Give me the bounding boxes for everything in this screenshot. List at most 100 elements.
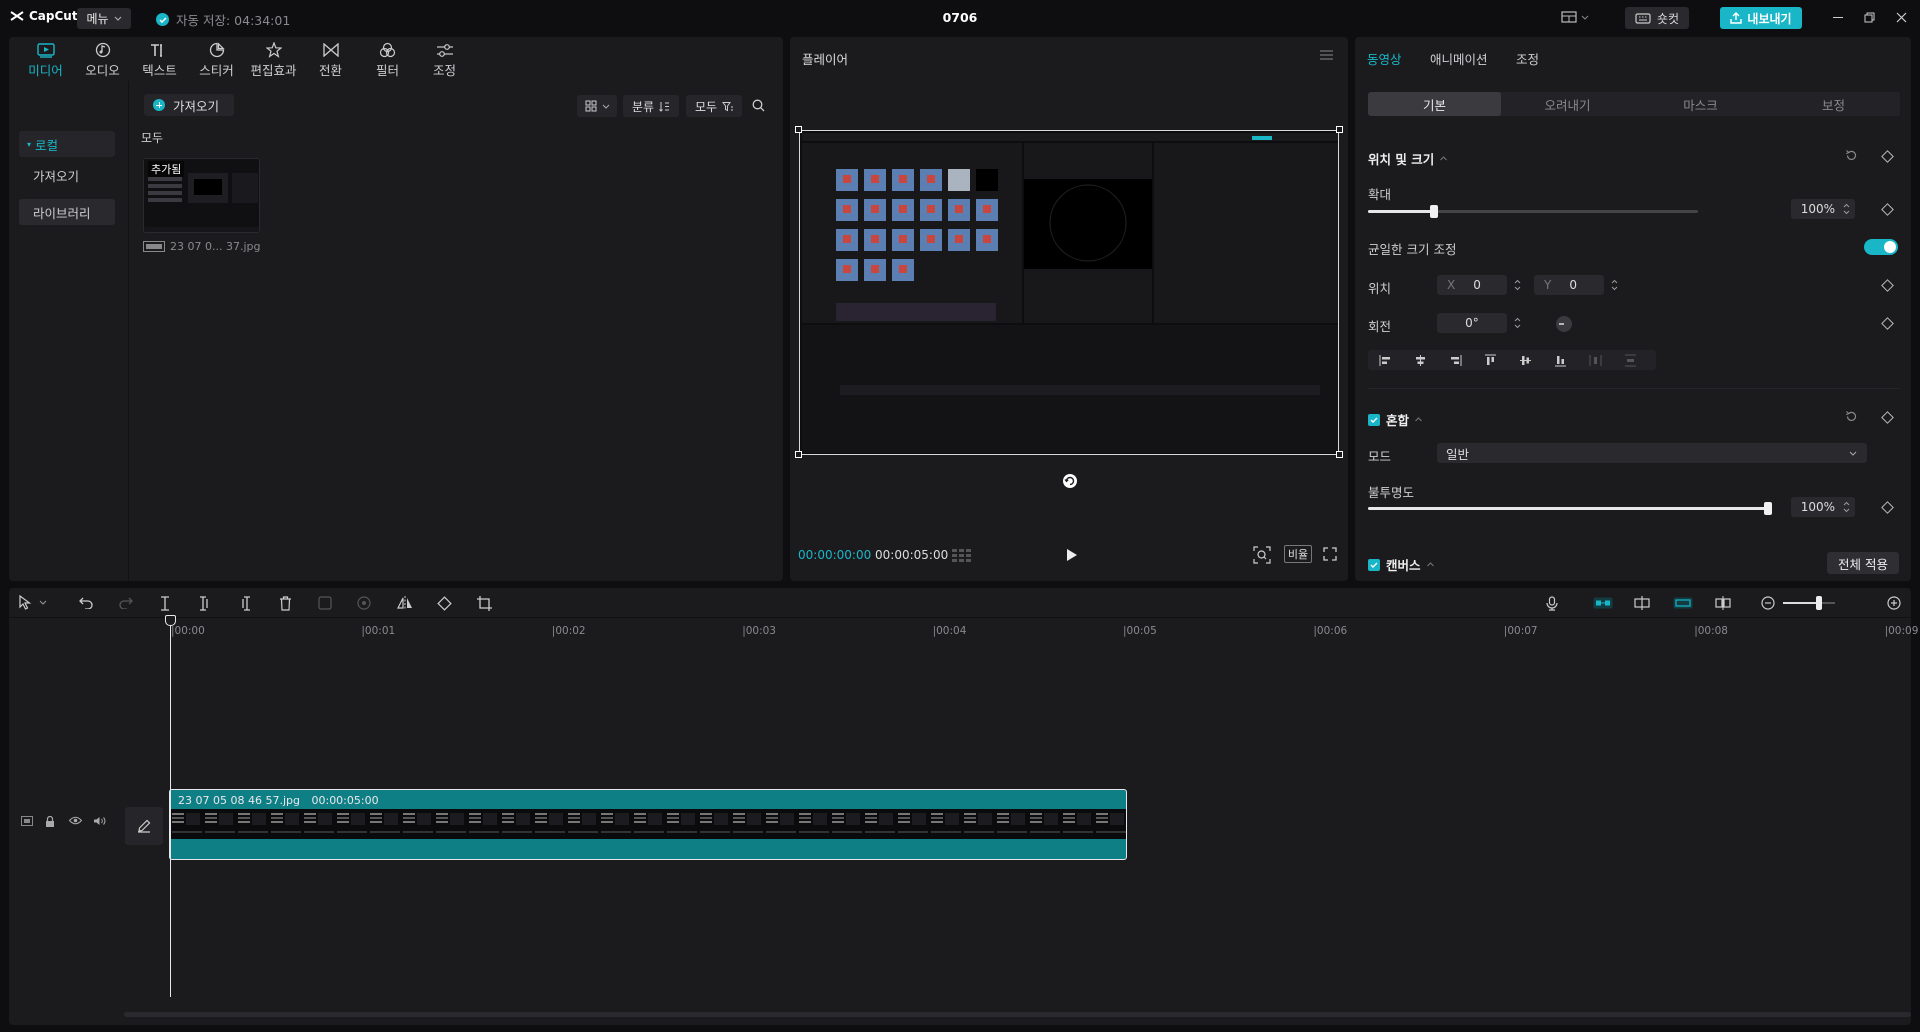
reset-icon[interactable]: [1845, 410, 1858, 423]
side-item-local[interactable]: ▾ 로컬: [19, 131, 115, 157]
restore-icon[interactable]: [1864, 12, 1875, 23]
align-bottom-icon[interactable]: [1543, 354, 1578, 367]
timecode-grid-icon[interactable]: [952, 548, 972, 562]
rotation-dial-icon[interactable]: [1555, 315, 1573, 333]
resize-handle-bl[interactable]: [795, 451, 802, 458]
cover-edit-button[interactable]: [125, 807, 163, 845]
preview-canvas[interactable]: [799, 130, 1339, 455]
split-right-icon[interactable]: [239, 596, 251, 611]
align-center-v-icon[interactable]: [1508, 354, 1543, 367]
main-track-magnet-icon[interactable]: [1593, 597, 1613, 609]
resize-handle-tr[interactable]: [1336, 126, 1343, 133]
keyframe-diamond-icon[interactable]: [1881, 501, 1894, 514]
align-top-icon[interactable]: [1473, 354, 1508, 367]
layout-switch[interactable]: [1561, 11, 1589, 23]
zoom-in-icon[interactable]: [1887, 596, 1901, 610]
distribute-h-icon[interactable]: [1578, 354, 1613, 366]
timeline-clip[interactable]: 23 07 05 08 46 57.jpg 00:00:05:00: [169, 789, 1127, 860]
keyframe-diamond-icon[interactable]: [1881, 317, 1894, 330]
freeze-icon[interactable]: [318, 596, 332, 610]
split-icon[interactable]: [159, 596, 171, 611]
menu-button[interactable]: 메뉴: [77, 8, 131, 29]
redo-icon[interactable]: [119, 597, 133, 609]
scale-slider[interactable]: [1368, 205, 1698, 218]
canvas-checkbox[interactable]: [1368, 558, 1380, 571]
keyframe-diamond-icon[interactable]: [1881, 150, 1894, 163]
align-left-icon[interactable]: [1368, 354, 1403, 366]
side-item-library[interactable]: 라이브러리: [19, 199, 115, 225]
timeline-scrollbar[interactable]: [124, 1012, 1911, 1017]
track-cover-icon[interactable]: [21, 816, 33, 826]
import-button[interactable]: 가져오기: [144, 94, 234, 116]
subtab-correction[interactable]: 보정: [1767, 92, 1900, 116]
auto-snap-icon[interactable]: [1633, 596, 1651, 610]
canvas-section[interactable]: 캔버스: [1368, 555, 1434, 574]
rotation-input[interactable]: 0°: [1437, 313, 1521, 333]
select-tool[interactable]: [19, 595, 47, 610]
tab-sticker[interactable]: 스티커: [188, 37, 245, 81]
position-y-input[interactable]: Y 0: [1534, 275, 1618, 295]
lock-icon[interactable]: [45, 816, 55, 827]
shortcut-button[interactable]: 숏컷: [1625, 7, 1689, 29]
tab-media[interactable]: 미디어: [17, 37, 74, 81]
align-center-h-icon[interactable]: [1403, 354, 1438, 366]
tab-audio[interactable]: 오디오: [74, 37, 131, 81]
delete-icon[interactable]: [279, 596, 292, 611]
playhead-line[interactable]: [170, 615, 171, 997]
tab-video[interactable]: 동영상: [1367, 49, 1402, 68]
zoom-slider-knob[interactable]: [1816, 596, 1822, 610]
subtab-cutout[interactable]: 오려내기: [1501, 92, 1634, 116]
mirror-icon[interactable]: [397, 596, 413, 610]
scale-slider-knob[interactable]: [1430, 205, 1438, 218]
tab-text[interactable]: 텍스트: [131, 37, 188, 81]
opacity-slider[interactable]: [1368, 502, 1772, 515]
blend-mode-dropdown[interactable]: 일반: [1437, 443, 1867, 463]
play-icon[interactable]: [1066, 548, 1078, 562]
microphone-icon[interactable]: [1546, 596, 1558, 611]
crop-icon[interactable]: [477, 596, 492, 611]
side-item-import[interactable]: 가져오기: [19, 162, 115, 188]
speaker-icon[interactable]: [93, 816, 106, 826]
tab-filter[interactable]: 필터: [359, 37, 416, 81]
blend-section[interactable]: 혼합: [1368, 410, 1422, 429]
timeline-ruler[interactable]: |00:00 |00:01 |00:02 |00:03 |00:04 |00:05 |00:…: [169, 619, 1918, 637]
blend-checkbox[interactable]: [1368, 413, 1380, 426]
tab-effects[interactable]: 편집효과: [245, 37, 302, 81]
filter-button[interactable]: 모두: [686, 95, 742, 117]
resize-handle-br[interactable]: [1336, 451, 1343, 458]
timeline-zoom-slider[interactable]: [1783, 596, 1835, 610]
rotate-handle-icon[interactable]: [1062, 473, 1078, 489]
rotate-icon[interactable]: [437, 596, 452, 611]
distribute-v-icon[interactable]: [1613, 354, 1648, 367]
keyframe-diamond-icon[interactable]: [1881, 203, 1894, 216]
search-icon[interactable]: [752, 99, 765, 112]
uniform-scale-toggle[interactable]: [1864, 239, 1898, 255]
align-right-icon[interactable]: [1438, 354, 1473, 366]
ratio-button[interactable]: 비율: [1284, 545, 1312, 563]
tab-transition[interactable]: 전환: [302, 37, 359, 81]
position-x-input[interactable]: X 0: [1437, 275, 1521, 295]
subtab-mask[interactable]: 마스크: [1634, 92, 1767, 116]
keyframe-diamond-icon[interactable]: [1881, 279, 1894, 292]
keyframe-diamond-icon[interactable]: [1881, 411, 1894, 424]
playhead-handle[interactable]: [165, 615, 176, 626]
zoom-out-icon[interactable]: [1761, 596, 1775, 610]
scale-value-input[interactable]: 100%: [1791, 199, 1855, 219]
tab-inspector-adjust[interactable]: 조정: [1516, 49, 1539, 68]
export-button[interactable]: 내보내기: [1720, 7, 1802, 29]
opacity-value-input[interactable]: 100%: [1791, 497, 1855, 517]
resize-handle-tl[interactable]: [795, 126, 802, 133]
opacity-slider-knob[interactable]: [1764, 502, 1772, 515]
split-left-icon[interactable]: [199, 596, 211, 611]
view-mode-button[interactable]: [577, 95, 617, 117]
media-item-thumbnail[interactable]: 추가됨: [143, 158, 260, 233]
tab-animation[interactable]: 애니메이션: [1430, 49, 1488, 68]
close-icon[interactable]: [1896, 12, 1907, 23]
reset-icon[interactable]: [1845, 149, 1858, 162]
subtab-basic[interactable]: 기본: [1368, 92, 1501, 116]
eye-icon[interactable]: [69, 816, 82, 825]
linkage-icon[interactable]: [1673, 597, 1693, 609]
apply-all-button[interactable]: 전체 적용: [1827, 552, 1899, 574]
position-size-section[interactable]: 위치 및 크기: [1368, 149, 1448, 168]
undo-icon[interactable]: [79, 597, 93, 609]
